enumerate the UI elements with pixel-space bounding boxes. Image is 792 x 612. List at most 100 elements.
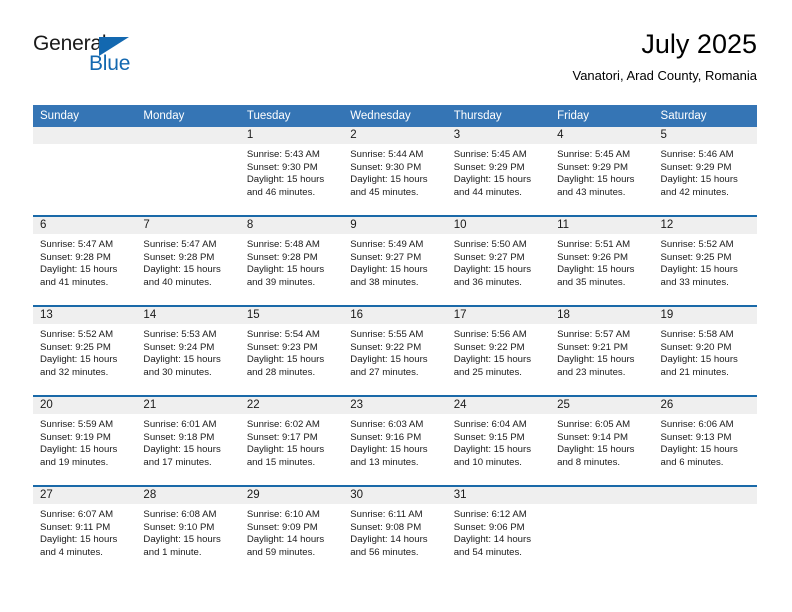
- calendar-day-cell[interactable]: 25 Sunrise: 6:05 AM Sunset: 9:14 PM Dayligh…: [550, 397, 654, 485]
- day-daylight-line1: Daylight: 14 hours: [350, 534, 428, 546]
- weekday-header-row: Sunday Monday Tuesday Wednesday Thursday Frid…: [33, 105, 757, 127]
- calendar-day-cell[interactable]: 9 Sunrise: 5:49 AM Sunset: 9:27 PM Daylight…: [343, 217, 447, 305]
- general-blue-logo[interactable]: General Blue: [33, 32, 253, 88]
- day-sunset: Sunset: 9:14 PM: [557, 431, 629, 443]
- day-details: Sunrise: 5:58 AM Sunset: 9:20 PM Daylight:…: [654, 324, 757, 379]
- day-number: 24: [446, 397, 551, 414]
- day-daylight-line1: Daylight: 15 hours: [350, 264, 428, 276]
- day-number: 12: [653, 217, 757, 234]
- calendar-day-cell[interactable]: 21 Sunrise: 6:01 AM Sunset: 9:18 PM Dayligh…: [136, 397, 240, 485]
- day-details: Sunrise: 5:45 AM Sunset: 9:29 PM Daylight:…: [447, 144, 550, 199]
- calendar-day-cell[interactable]: 15 Sunrise: 5:54 AM Sunset: 9:23 PM Dayligh…: [239, 307, 344, 395]
- day-sunset: Sunset: 9:26 PM: [557, 251, 629, 263]
- weekday-header-sunday: Sunday: [40, 110, 80, 122]
- day-sunset: Sunset: 9:24 PM: [143, 341, 215, 353]
- calendar-day-cell[interactable]: 23 Sunrise: 6:03 AM Sunset: 9:16 PM Dayligh…: [343, 397, 447, 485]
- day-sunset: Sunset: 9:27 PM: [350, 251, 422, 263]
- day-details: Sunrise: 6:10 AM Sunset: 9:09 PM Daylight:…: [240, 504, 343, 559]
- calendar-day-cell[interactable]: 17 Sunrise: 5:56 AM Sunset: 9:22 PM Dayligh…: [446, 307, 551, 395]
- calendar-day-cell[interactable]: 7 Sunrise: 5:47 AM Sunset: 9:28 PM Daylight…: [136, 217, 240, 305]
- day-details: Sunrise: 6:12 AM Sunset: 9:06 PM Daylight:…: [447, 504, 550, 559]
- day-number: 17: [446, 307, 551, 324]
- calendar-week-row: 13 Sunrise: 5:52 AM Sunset: 9:25 PM Dayligh…: [33, 305, 757, 395]
- calendar-day-cell[interactable]: 24 Sunrise: 6:04 AM Sunset: 9:15 PM Dayligh…: [446, 397, 551, 485]
- day-number: 10: [446, 217, 551, 234]
- day-details: Sunrise: 5:52 AM Sunset: 9:25 PM Daylight:…: [654, 234, 757, 289]
- day-daylight-line1: Daylight: 14 hours: [453, 534, 532, 546]
- day-daylight-line1: Daylight: 15 hours: [350, 174, 428, 186]
- calendar-day-cell[interactable]: 22 Sunrise: 6:02 AM Sunset: 9:17 PM Dayligh…: [239, 397, 344, 485]
- day-daylight-line1: Daylight: 15 hours: [453, 354, 532, 366]
- day-sunset: Sunset: 9:09 PM: [246, 521, 318, 533]
- day-number: 14: [136, 307, 240, 324]
- calendar-day-cell[interactable]: 29 Sunrise: 6:10 AM Sunset: 9:09 PM Dayligh…: [239, 487, 344, 575]
- day-daylight-line2: and 25 minutes.: [453, 366, 522, 378]
- calendar-week-row: 27 Sunrise: 6:07 AM Sunset: 9:11 PM Dayligh…: [33, 485, 757, 575]
- calendar-day-cell[interactable]: 3 Sunrise: 5:45 AM Sunset: 9:29 PM Daylight…: [446, 127, 551, 215]
- day-daylight-line1: Daylight: 15 hours: [40, 264, 118, 276]
- day-daylight-line1: Daylight: 15 hours: [143, 354, 221, 366]
- day-details: Sunrise: 5:54 AM Sunset: 9:23 PM Daylight:…: [240, 324, 343, 379]
- calendar-day-cell[interactable]: 8 Sunrise: 5:48 AM Sunset: 9:28 PM Daylight…: [239, 217, 344, 305]
- calendar-day-cell[interactable]: 12 Sunrise: 5:52 AM Sunset: 9:25 PM Dayligh…: [653, 217, 757, 305]
- calendar-day-cell[interactable]: 11 Sunrise: 5:51 AM Sunset: 9:26 PM Dayligh…: [550, 217, 654, 305]
- day-sunrise: Sunrise: 5:51 AM: [557, 239, 631, 250]
- day-daylight-line2: and 30 minutes.: [143, 366, 212, 378]
- calendar-day-cell[interactable]: 31 Sunrise: 6:12 AM Sunset: 9:06 PM Dayligh…: [446, 487, 551, 575]
- day-number: 2: [343, 127, 447, 144]
- day-sunset: Sunset: 9:22 PM: [350, 341, 422, 353]
- day-daylight-line1: Daylight: 15 hours: [246, 354, 325, 366]
- calendar-day-cell[interactable]: 20 Sunrise: 5:59 AM Sunset: 9:19 PM Dayligh…: [33, 397, 137, 485]
- day-sunset: Sunset: 9:28 PM: [246, 251, 318, 263]
- day-sunset: Sunset: 9:17 PM: [246, 431, 318, 443]
- day-sunrise: Sunrise: 5:47 AM: [40, 239, 114, 250]
- day-daylight-line1: Daylight: 15 hours: [557, 354, 635, 366]
- day-sunrise: Sunrise: 5:56 AM: [453, 329, 527, 340]
- calendar-day-cell[interactable]: 6 Sunrise: 5:47 AM Sunset: 9:28 PM Daylight…: [33, 217, 137, 305]
- calendar-day-cell[interactable]: 27 Sunrise: 6:07 AM Sunset: 9:11 PM Dayligh…: [33, 487, 137, 575]
- day-sunset: Sunset: 9:13 PM: [660, 431, 732, 443]
- day-details: Sunrise: 6:08 AM Sunset: 9:10 PM Daylight:…: [136, 504, 239, 559]
- day-number: 18: [550, 307, 654, 324]
- day-sunrise: Sunrise: 5:57 AM: [557, 329, 631, 340]
- day-sunrise: Sunrise: 6:02 AM: [246, 419, 320, 430]
- day-daylight-line1: Daylight: 15 hours: [660, 264, 738, 276]
- day-details: Sunrise: 5:50 AM Sunset: 9:27 PM Daylight:…: [447, 234, 550, 289]
- calendar-day-cell[interactable]: 16 Sunrise: 5:55 AM Sunset: 9:22 PM Dayligh…: [343, 307, 447, 395]
- day-number: 7: [136, 217, 240, 234]
- calendar-day-cell[interactable]: 19 Sunrise: 5:58 AM Sunset: 9:20 PM Dayligh…: [653, 307, 757, 395]
- day-daylight-line1: Daylight: 15 hours: [660, 174, 738, 186]
- calendar-day-cell[interactable]: 14 Sunrise: 5:53 AM Sunset: 9:24 PM Dayligh…: [136, 307, 240, 395]
- calendar-day-cell[interactable]: 18 Sunrise: 5:57 AM Sunset: 9:21 PM Dayligh…: [550, 307, 654, 395]
- calendar-day-cell[interactable]: 2 Sunrise: 5:44 AM Sunset: 9:30 PM Daylight…: [343, 127, 447, 215]
- day-details: Sunrise: 5:46 AM Sunset: 9:29 PM Daylight:…: [654, 144, 757, 199]
- calendar-day-cell[interactable]: 5 Sunrise: 5:46 AM Sunset: 9:29 PM Daylight…: [653, 127, 757, 215]
- day-daylight-line2: and 19 minutes.: [40, 456, 109, 468]
- calendar-day-cell[interactable]: 26 Sunrise: 6:06 AM Sunset: 9:13 PM Dayligh…: [653, 397, 757, 485]
- day-details: Sunrise: 5:57 AM Sunset: 9:21 PM Daylight:…: [550, 324, 653, 379]
- day-daylight-line1: Daylight: 15 hours: [453, 444, 532, 456]
- calendar-day-cell[interactable]: 28 Sunrise: 6:08 AM Sunset: 9:10 PM Dayligh…: [136, 487, 240, 575]
- calendar-day-cell-empty: [550, 487, 654, 575]
- day-daylight-line1: Daylight: 15 hours: [246, 444, 325, 456]
- day-daylight-line1: Daylight: 15 hours: [143, 264, 221, 276]
- day-daylight-line1: Daylight: 14 hours: [246, 534, 325, 546]
- calendar-day-cell[interactable]: 10 Sunrise: 5:50 AM Sunset: 9:27 PM Dayligh…: [446, 217, 551, 305]
- calendar-day-cell-empty: [136, 127, 240, 215]
- day-daylight-line1: Daylight: 15 hours: [557, 264, 635, 276]
- day-details: Sunrise: 5:47 AM Sunset: 9:28 PM Daylight:…: [33, 234, 136, 289]
- day-sunrise: Sunrise: 6:08 AM: [143, 509, 217, 520]
- calendar-day-cell[interactable]: 13 Sunrise: 5:52 AM Sunset: 9:25 PM Dayligh…: [33, 307, 137, 395]
- calendar-day-cell[interactable]: 4 Sunrise: 5:45 AM Sunset: 9:29 PM Daylight…: [550, 127, 654, 215]
- day-details: Sunrise: 6:07 AM Sunset: 9:11 PM Daylight:…: [33, 504, 136, 559]
- day-daylight-line2: and 54 minutes.: [453, 546, 522, 558]
- calendar-day-cell[interactable]: 30 Sunrise: 6:11 AM Sunset: 9:08 PM Dayligh…: [343, 487, 447, 575]
- day-sunrise: Sunrise: 5:59 AM: [40, 419, 114, 430]
- day-sunrise: Sunrise: 5:47 AM: [143, 239, 217, 250]
- day-daylight-line1: Daylight: 15 hours: [40, 354, 118, 366]
- day-number: 19: [653, 307, 757, 324]
- day-sunset: Sunset: 9:25 PM: [660, 251, 732, 263]
- calendar-day-cell[interactable]: 1 Sunrise: 5:43 AM Sunset: 9:30 PM Daylight…: [239, 127, 344, 215]
- day-daylight-line1: Daylight: 15 hours: [40, 444, 118, 456]
- day-daylight-line2: and 15 minutes.: [246, 456, 316, 468]
